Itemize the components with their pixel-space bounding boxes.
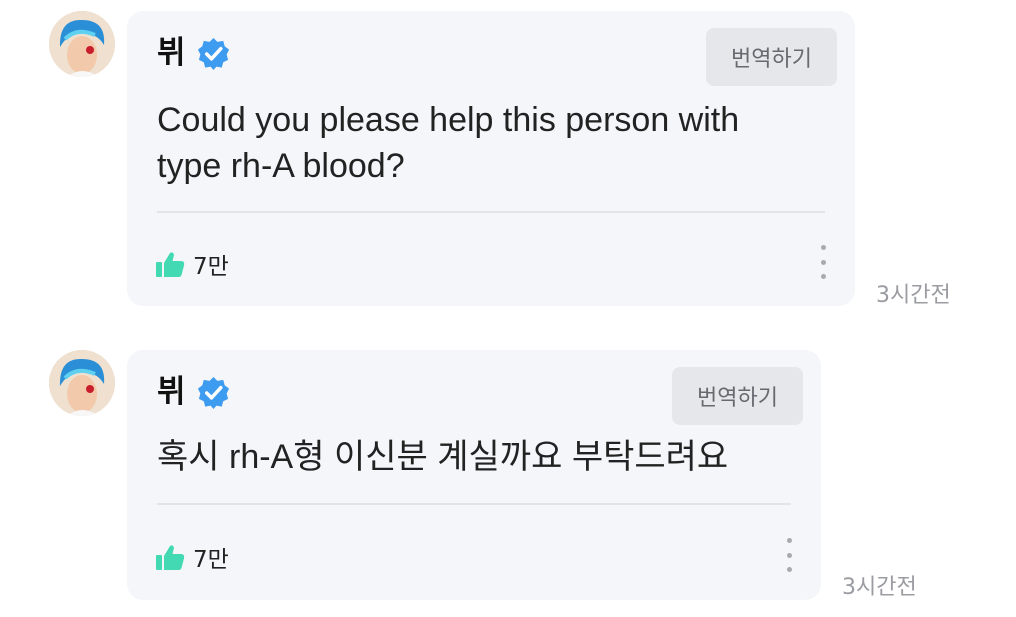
thumbs-up-icon (156, 251, 185, 277)
thumbs-up-icon (156, 544, 185, 570)
post-2: 뷔 번역하기 혹시 rh-A형 이신분 계실까요 부탁드려요 7만 3시간전 (0, 340, 1016, 617)
more-dot (820, 245, 826, 250)
comment-line: type rh-A blood? (157, 147, 405, 185)
more-dot (786, 552, 792, 558)
comment-card: 뷔 번역하기 Could you please help this person… (127, 11, 855, 306)
comment-text: 혹시 rh-A형 이신분 계실까요 부탁드려요 (157, 434, 728, 480)
more-options-icon[interactable] (813, 245, 833, 279)
avatar[interactable] (49, 11, 115, 77)
divider (157, 503, 791, 505)
author-row: 뷔 (157, 36, 231, 71)
translate-button[interactable]: 번역하기 (706, 28, 837, 86)
author-row: 뷔 (157, 375, 231, 410)
avatar-image (49, 11, 115, 77)
comment-line: Could you please help this person with (157, 101, 740, 139)
divider (157, 211, 825, 213)
comment-text: Could you please help this person with t… (157, 97, 739, 189)
avatar[interactable] (49, 350, 115, 416)
timestamp: 3시간전 (876, 283, 951, 308)
verified-badge-icon (197, 376, 229, 410)
timestamp: 3시간전 (842, 575, 917, 600)
more-options-icon[interactable] (779, 538, 799, 572)
more-dot (786, 567, 792, 572)
avatar-image (49, 350, 115, 416)
author-name[interactable]: 뷔 (157, 38, 186, 69)
comment-line: 혹시 rh-A형 이신분 계실까요 부탁드려요 (157, 438, 729, 476)
like-button[interactable]: 7만 (156, 540, 229, 574)
translate-button[interactable]: 번역하기 (672, 367, 803, 425)
post-1: 뷔 번역하기 Could you please help this person… (0, 0, 1016, 320)
like-button[interactable]: 7만 (156, 247, 229, 281)
more-dot (820, 259, 826, 265)
like-count: 7만 (193, 254, 229, 280)
more-dot (786, 538, 792, 543)
comment-card: 뷔 번역하기 혹시 rh-A형 이신분 계실까요 부탁드려요 7만 (127, 350, 821, 600)
more-dot (820, 274, 826, 279)
verified-badge-icon (197, 37, 229, 71)
author-name[interactable]: 뷔 (157, 377, 186, 408)
like-count: 7만 (193, 547, 229, 573)
